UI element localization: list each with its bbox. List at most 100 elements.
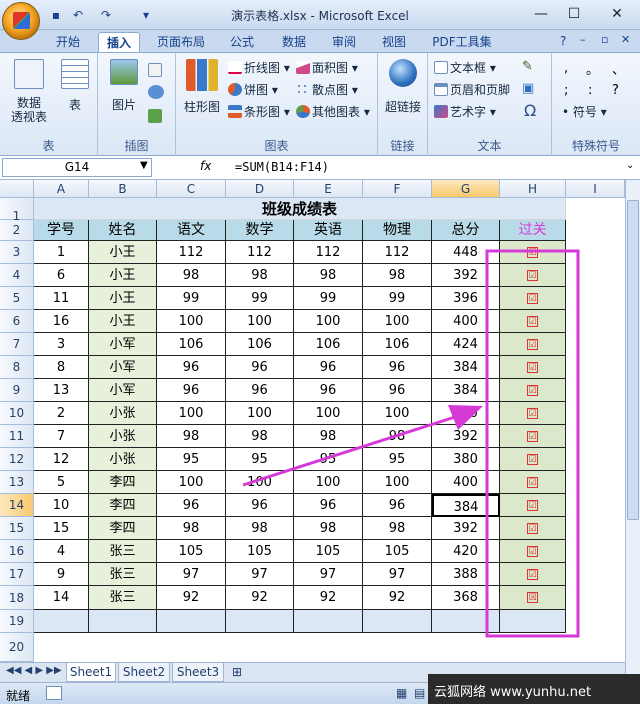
table-cell[interactable]: 92 — [226, 586, 294, 610]
new-sheet-icon[interactable]: ⊞ — [232, 665, 242, 679]
view-layout-icon[interactable]: ▤ — [414, 686, 425, 700]
table-cell[interactable]: 92 — [294, 586, 363, 610]
table-cell[interactable]: 10 — [34, 494, 89, 517]
pass-checkbox-cell[interactable]: ☒ — [500, 586, 566, 610]
table-cell[interactable]: 105 — [363, 540, 432, 563]
colon-symbol-icon[interactable]: : — [588, 83, 592, 98]
table-cell[interactable]: 96 — [363, 494, 432, 517]
pass-checkbox-cell[interactable]: ☑ — [500, 563, 566, 586]
empty-cell[interactable] — [89, 610, 157, 633]
table-cell[interactable]: 98 — [294, 425, 363, 448]
table-cell[interactable]: 100 — [157, 310, 226, 333]
table-cell[interactable]: 400 — [432, 310, 500, 333]
table-cell[interactable]: 97 — [226, 563, 294, 586]
table-cell[interactable]: 98 — [226, 264, 294, 287]
table-cell[interactable]: 7 — [34, 425, 89, 448]
pass-checkbox-cell[interactable]: ☑ — [500, 517, 566, 540]
table-cell[interactable]: 95 — [157, 448, 226, 471]
dot-symbol-icon[interactable]: 、 — [612, 59, 625, 78]
table-cell[interactable]: 张三 — [89, 563, 157, 586]
column-header-G[interactable]: G — [432, 180, 500, 198]
table-cell[interactable]: 小王 — [89, 310, 157, 333]
row-header-10[interactable]: 10 — [0, 402, 34, 425]
bar-chart-button[interactable]: 条形图 ▾ — [228, 103, 290, 121]
tab-insert[interactable]: 插入 — [98, 32, 140, 52]
table-cell[interactable]: 400 — [432, 402, 500, 425]
table-cell[interactable]: 3 — [34, 333, 89, 356]
empty-cell[interactable] — [432, 610, 500, 633]
table-cell[interactable]: 98 — [226, 425, 294, 448]
pass-checkbox-cell[interactable]: ☑ — [500, 264, 566, 287]
row-header-8[interactable]: 8 — [0, 356, 34, 379]
table-cell[interactable]: 106 — [226, 333, 294, 356]
table-cell[interactable]: 小王 — [89, 241, 157, 264]
row-header-16[interactable]: 16 — [0, 540, 34, 563]
table-cell[interactable]: 106 — [294, 333, 363, 356]
row-header-13[interactable]: 13 — [0, 471, 34, 494]
table-cell[interactable]: 98 — [363, 517, 432, 540]
table-cell[interactable]: 97 — [363, 563, 432, 586]
table-cell[interactable]: 112 — [294, 241, 363, 264]
customize-qat-icon[interactable]: ▾ — [138, 7, 154, 23]
tab-home[interactable]: 开始 — [48, 32, 88, 52]
table-cell[interactable]: 448 — [432, 241, 500, 264]
check-icon[interactable]: ☑ — [527, 408, 538, 419]
table-cell[interactable]: 15 — [34, 517, 89, 540]
row-header-2[interactable]: 2 — [0, 220, 34, 241]
textbox-button[interactable]: 文本框 ▾ — [434, 59, 496, 77]
comma-symbol-icon[interactable]: , — [564, 61, 568, 76]
table-cell[interactable]: 99 — [294, 287, 363, 310]
signature-line-icon[interactable]: ✎ — [522, 59, 533, 74]
ribbon-close-icon[interactable]: ✕ — [621, 33, 630, 46]
table-cell[interactable]: 100 — [226, 310, 294, 333]
pass-checkbox-cell[interactable]: ☑ — [500, 379, 566, 402]
check-icon[interactable]: ☑ — [527, 431, 538, 442]
table-cell[interactable]: 396 — [432, 287, 500, 310]
table-cell[interactable]: 李四 — [89, 517, 157, 540]
empty-cell[interactable] — [34, 610, 89, 633]
table-cell[interactable]: 95 — [294, 448, 363, 471]
sheet-title[interactable]: 班级成绩表 — [34, 198, 566, 220]
formula-input[interactable]: =SUM(B14:F14) — [235, 160, 329, 174]
close-button[interactable]: ✕ — [606, 5, 628, 23]
row-header-4[interactable]: 4 — [0, 264, 34, 287]
check-icon[interactable]: ☑ — [527, 247, 538, 258]
expand-formula-icon[interactable]: ⌄ — [626, 160, 634, 171]
table-button[interactable]: 表 — [58, 59, 92, 113]
wordart-button[interactable]: 艺术字 ▾ — [434, 103, 496, 121]
table-cell[interactable]: 小王 — [89, 264, 157, 287]
table-cell[interactable]: 2 — [34, 402, 89, 425]
table-cell[interactable]: 105 — [294, 540, 363, 563]
table-cell[interactable]: 380 — [432, 448, 500, 471]
row-header-7[interactable]: 7 — [0, 333, 34, 356]
symbol-button[interactable]: • 符号 ▾ — [562, 103, 607, 121]
shapes-icon[interactable] — [148, 85, 164, 99]
row-header-12[interactable]: 12 — [0, 448, 34, 471]
table-cell[interactable]: 李四 — [89, 471, 157, 494]
table-cell[interactable]: 96 — [294, 494, 363, 517]
row-header-20[interactable]: 20 — [0, 633, 34, 662]
table-cell[interactable]: 106 — [363, 333, 432, 356]
row-header-3[interactable]: 3 — [0, 241, 34, 264]
tab-formulas[interactable]: 公式 — [222, 32, 262, 52]
table-cell[interactable]: 100 — [294, 402, 363, 425]
check-icon[interactable]: ☑ — [527, 454, 538, 465]
table-cell[interactable]: 100 — [226, 402, 294, 425]
table-cell[interactable]: 384 — [432, 356, 500, 379]
line-chart-button[interactable]: 折线图 ▾ — [228, 59, 290, 77]
table-cell[interactable]: 100 — [226, 471, 294, 494]
table-header-cell[interactable]: 过关 — [500, 220, 566, 241]
check-icon[interactable]: ☑ — [527, 500, 538, 511]
table-cell[interactable]: 95 — [363, 448, 432, 471]
table-cell[interactable]: 95 — [226, 448, 294, 471]
check-icon[interactable]: ☑ — [527, 316, 538, 327]
pass-checkbox-cell[interactable]: ☑ — [500, 540, 566, 563]
row-header-15[interactable]: 15 — [0, 517, 34, 540]
check-icon[interactable]: ☑ — [527, 362, 538, 373]
header-footer-button[interactable]: 页眉和页脚 — [434, 81, 510, 99]
table-cell[interactable]: 392 — [432, 425, 500, 448]
table-cell[interactable]: 98 — [294, 517, 363, 540]
row-header-1[interactable]: 1 — [0, 198, 34, 223]
table-cell[interactable]: 420 — [432, 540, 500, 563]
table-cell[interactable]: 小张 — [89, 425, 157, 448]
